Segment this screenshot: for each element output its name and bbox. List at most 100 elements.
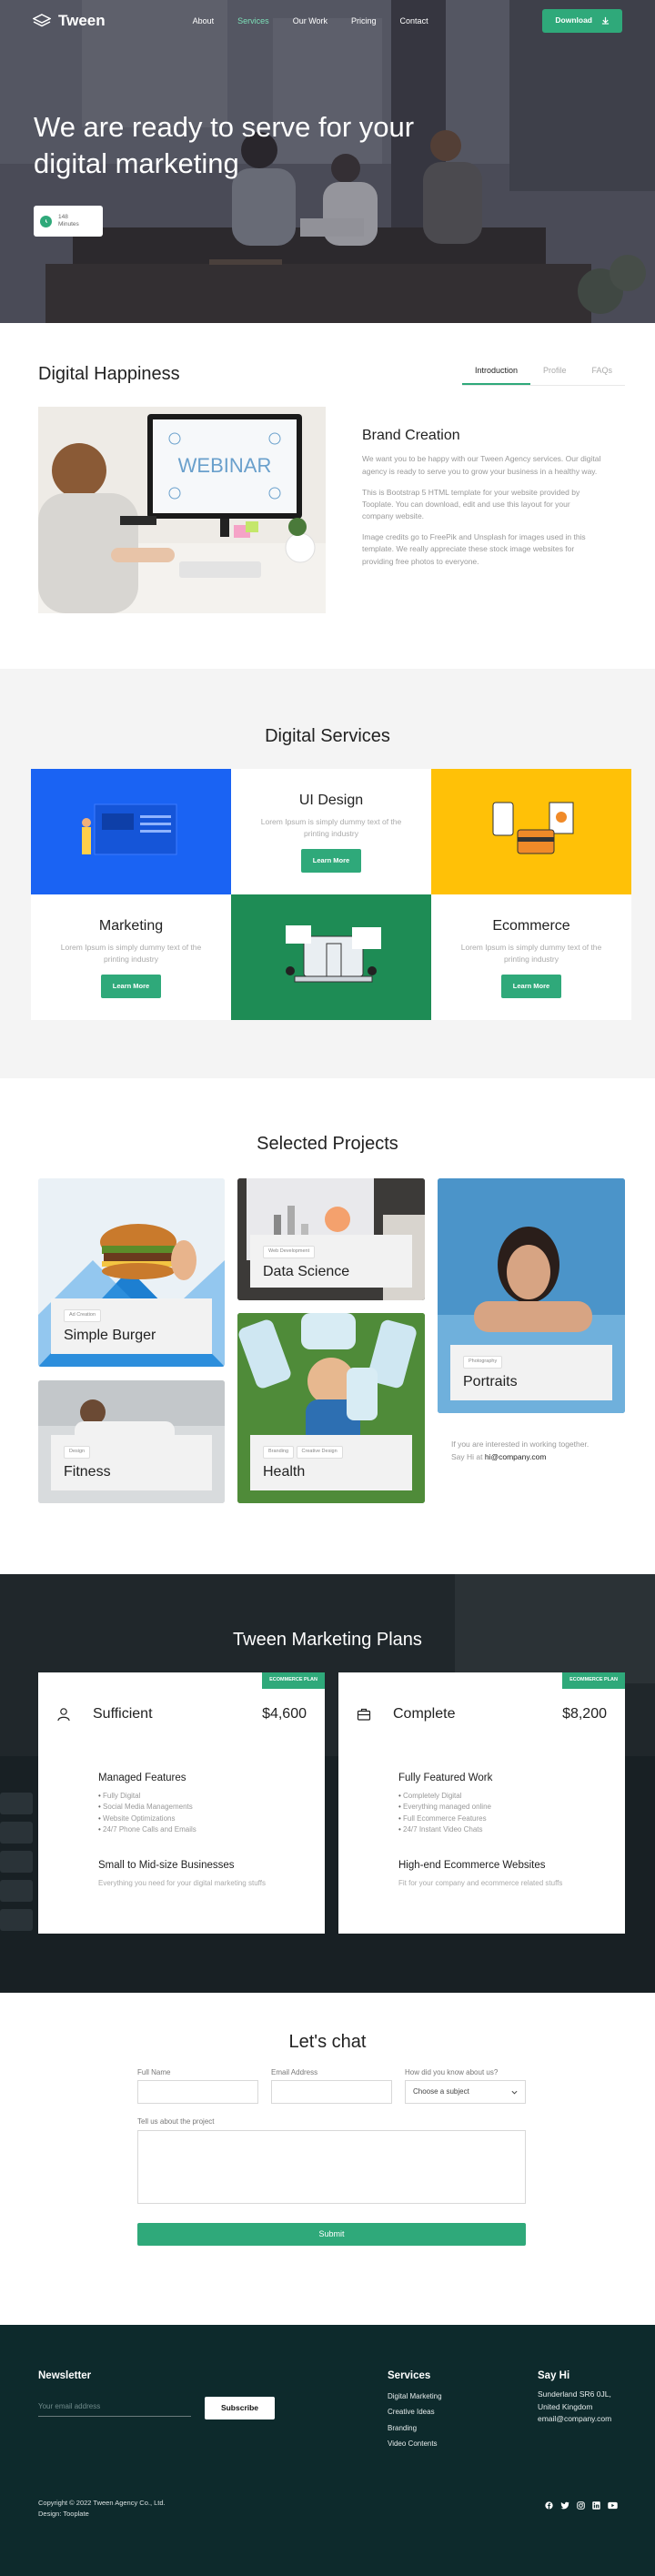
chevron-down-icon bbox=[511, 2090, 518, 2095]
plan-price: $4,600 bbox=[262, 1706, 307, 1722]
newsletter-title: Newsletter bbox=[38, 2370, 92, 2381]
webinar-screen-text: WEBINAR bbox=[178, 454, 272, 477]
plan-feature: Completely Digital bbox=[398, 1791, 598, 1802]
footer-email-link[interactable]: email@company.com bbox=[538, 2414, 611, 2423]
plan-feature: Website Optimizations bbox=[98, 1813, 297, 1824]
happiness-section: Digital Happiness Introduction Profile F… bbox=[0, 323, 655, 669]
project-card-portraits[interactable]: Photography Portraits bbox=[438, 1178, 625, 1413]
footer-link-video-contents[interactable]: Video Contents bbox=[388, 2440, 438, 2448]
plans-section: Tween Marketing Plans ECOMMERCE PLAN Suf… bbox=[0, 1574, 655, 1993]
nav-link-pricing[interactable]: Pricing bbox=[351, 12, 377, 31]
download-button[interactable]: Download bbox=[542, 9, 622, 33]
plan-features-title: Fully Featured Work bbox=[398, 1773, 493, 1783]
brand-logo[interactable]: Tween bbox=[33, 10, 106, 32]
submit-button[interactable]: Submit bbox=[137, 2223, 526, 2246]
footer-services-title: Services bbox=[388, 2370, 431, 2381]
instagram-icon[interactable] bbox=[577, 2501, 585, 2510]
brand-name: Tween bbox=[58, 12, 106, 30]
marketing-illustration bbox=[286, 925, 381, 983]
brand-creation-panel: Brand Creation We want you to be happy w… bbox=[362, 426, 603, 577]
hero-title: We are ready to serve for your digital m… bbox=[34, 111, 415, 179]
project-card-simple-burger[interactable]: Ad Creation Simple Burger bbox=[38, 1178, 225, 1367]
service-illustration-blue bbox=[31, 769, 231, 894]
address-line-2: United Kingdom bbox=[538, 2401, 593, 2411]
webinar-image: WEBINAR bbox=[38, 407, 326, 613]
plan-feature: 24/7 Phone Calls and Emails bbox=[98, 1824, 297, 1835]
happiness-tabs: Introduction Profile FAQs bbox=[461, 361, 625, 386]
learn-more-button-ui-design[interactable]: Learn More bbox=[300, 848, 362, 874]
project-card-fitness[interactable]: Design Fitness bbox=[38, 1380, 225, 1503]
plan-feature: Social Media Managements bbox=[98, 1802, 297, 1813]
project-label: Design Fitness bbox=[51, 1435, 212, 1490]
clock-icon bbox=[40, 215, 52, 227]
learn-more-button-marketing[interactable]: Learn More bbox=[100, 974, 162, 999]
project-name: Fitness bbox=[64, 1463, 111, 1480]
time-badge: 148 Minutes bbox=[34, 206, 103, 237]
message-textarea[interactable] bbox=[137, 2130, 526, 2204]
newsletter-email-input[interactable]: Your email address bbox=[38, 2397, 191, 2417]
copyright-text: Copyright © 2022 Tween Agency Co., Ltd. bbox=[38, 2499, 166, 2507]
plan-ribbon: ECOMMERCE PLAN bbox=[562, 1672, 625, 1689]
tab-profile[interactable]: Profile bbox=[530, 361, 579, 385]
plan-ribbon: ECOMMERCE PLAN bbox=[262, 1672, 325, 1689]
project-card-data-science[interactable]: Web Development Data Science bbox=[237, 1178, 425, 1300]
chat-title: Let's chat bbox=[288, 2032, 367, 2052]
service-title-ecommerce: Ecommerce bbox=[492, 917, 570, 934]
site-footer: Newsletter Your email address Subscribe … bbox=[0, 2325, 655, 2576]
service-card-ecommerce: Ecommerce Lorem Ipsum is simply dummy te… bbox=[431, 894, 631, 1020]
address-line-1: Sunderland SR6 0JL, bbox=[538, 2389, 611, 2399]
subscribe-button[interactable]: Subscribe bbox=[205, 2397, 275, 2419]
contact-section: Let's chat Full Name Email Address How d… bbox=[0, 1993, 655, 2325]
footer-link-branding[interactable]: Branding bbox=[388, 2424, 417, 2432]
social-links bbox=[545, 2501, 618, 2510]
plan-feature: Fully Digital bbox=[98, 1791, 297, 1802]
design-credit: Design: Tooplate bbox=[38, 2509, 89, 2518]
tab-faqs[interactable]: FAQs bbox=[579, 361, 625, 385]
ecommerce-illustration bbox=[492, 802, 574, 854]
project-tag: Branding bbox=[263, 1446, 295, 1459]
plan-name: Sufficient bbox=[93, 1706, 153, 1722]
footer-services-links: Digital Marketing Creative Ideas Brandin… bbox=[388, 2389, 442, 2452]
service-illustration-green bbox=[231, 894, 431, 1020]
plan-target-title: Small to Mid-size Businesses bbox=[98, 1859, 235, 1871]
nav-link-our-work[interactable]: Our Work bbox=[293, 12, 328, 31]
subject-select-value: Choose a subject bbox=[413, 2087, 469, 2096]
subject-label: How did you know about us? bbox=[405, 2068, 499, 2076]
download-label: Download bbox=[555, 15, 592, 25]
plan-card-sufficient: ECOMMERCE PLAN Sufficient $4,600 Managed… bbox=[38, 1672, 325, 1934]
projects-email-link[interactable]: hi@company.com bbox=[485, 1452, 547, 1461]
nav-link-about[interactable]: About bbox=[193, 12, 215, 31]
badge-value: 148 bbox=[58, 213, 68, 220]
tab-introduction[interactable]: Introduction bbox=[461, 361, 530, 385]
project-label: Photography Portraits bbox=[450, 1345, 612, 1400]
plan-target-text: Everything you need for your digital mar… bbox=[98, 1878, 266, 1887]
plan-features-list: Fully Digital Social Media Managements W… bbox=[98, 1791, 297, 1836]
projects-note-line1: If you are interested in working togethe… bbox=[451, 1440, 590, 1449]
footer-link-digital-marketing[interactable]: Digital Marketing bbox=[388, 2392, 442, 2400]
hero-section: Tween About Services Our Work Pricing Co… bbox=[0, 0, 655, 323]
projects-section: Selected Projects Ad Creation Simple Bur… bbox=[0, 1078, 655, 1574]
youtube-icon[interactable] bbox=[608, 2501, 618, 2510]
services-section: Digital Services UI Design Lorem Ipsum i… bbox=[0, 669, 655, 1078]
nav-link-services[interactable]: Services bbox=[237, 12, 269, 31]
service-card-marketing: Marketing Lorem Ipsum is simply dummy te… bbox=[31, 894, 231, 1020]
project-card-health[interactable]: Branding Creative Design Health bbox=[237, 1313, 425, 1503]
facebook-icon[interactable] bbox=[545, 2501, 553, 2510]
service-card-ui-design: UI Design Lorem Ipsum is simply dummy te… bbox=[231, 769, 431, 894]
briefcase-icon bbox=[357, 1709, 371, 1721]
email-label: Email Address bbox=[271, 2068, 318, 2076]
full-name-input[interactable] bbox=[137, 2080, 258, 2104]
email-input[interactable] bbox=[271, 2080, 392, 2104]
copyright: Copyright © 2022 Tween Agency Co., Ltd. … bbox=[38, 2498, 166, 2519]
happiness-title: Digital Happiness bbox=[38, 364, 180, 384]
nav-link-contact[interactable]: Contact bbox=[400, 12, 428, 31]
projects-note: If you are interested in working togethe… bbox=[451, 1439, 615, 1463]
subject-select[interactable]: Choose a subject bbox=[405, 2080, 526, 2104]
linkedin-icon[interactable] bbox=[592, 2501, 600, 2510]
projects-note-line2: Say Hi at bbox=[451, 1451, 483, 1461]
footer-link-creative-ideas[interactable]: Creative Ideas bbox=[388, 2408, 435, 2416]
layers-icon bbox=[33, 14, 51, 27]
twitter-icon[interactable] bbox=[560, 2501, 569, 2510]
learn-more-button-ecommerce[interactable]: Learn More bbox=[500, 974, 562, 999]
project-tag-2: Creative Design bbox=[296, 1446, 343, 1459]
